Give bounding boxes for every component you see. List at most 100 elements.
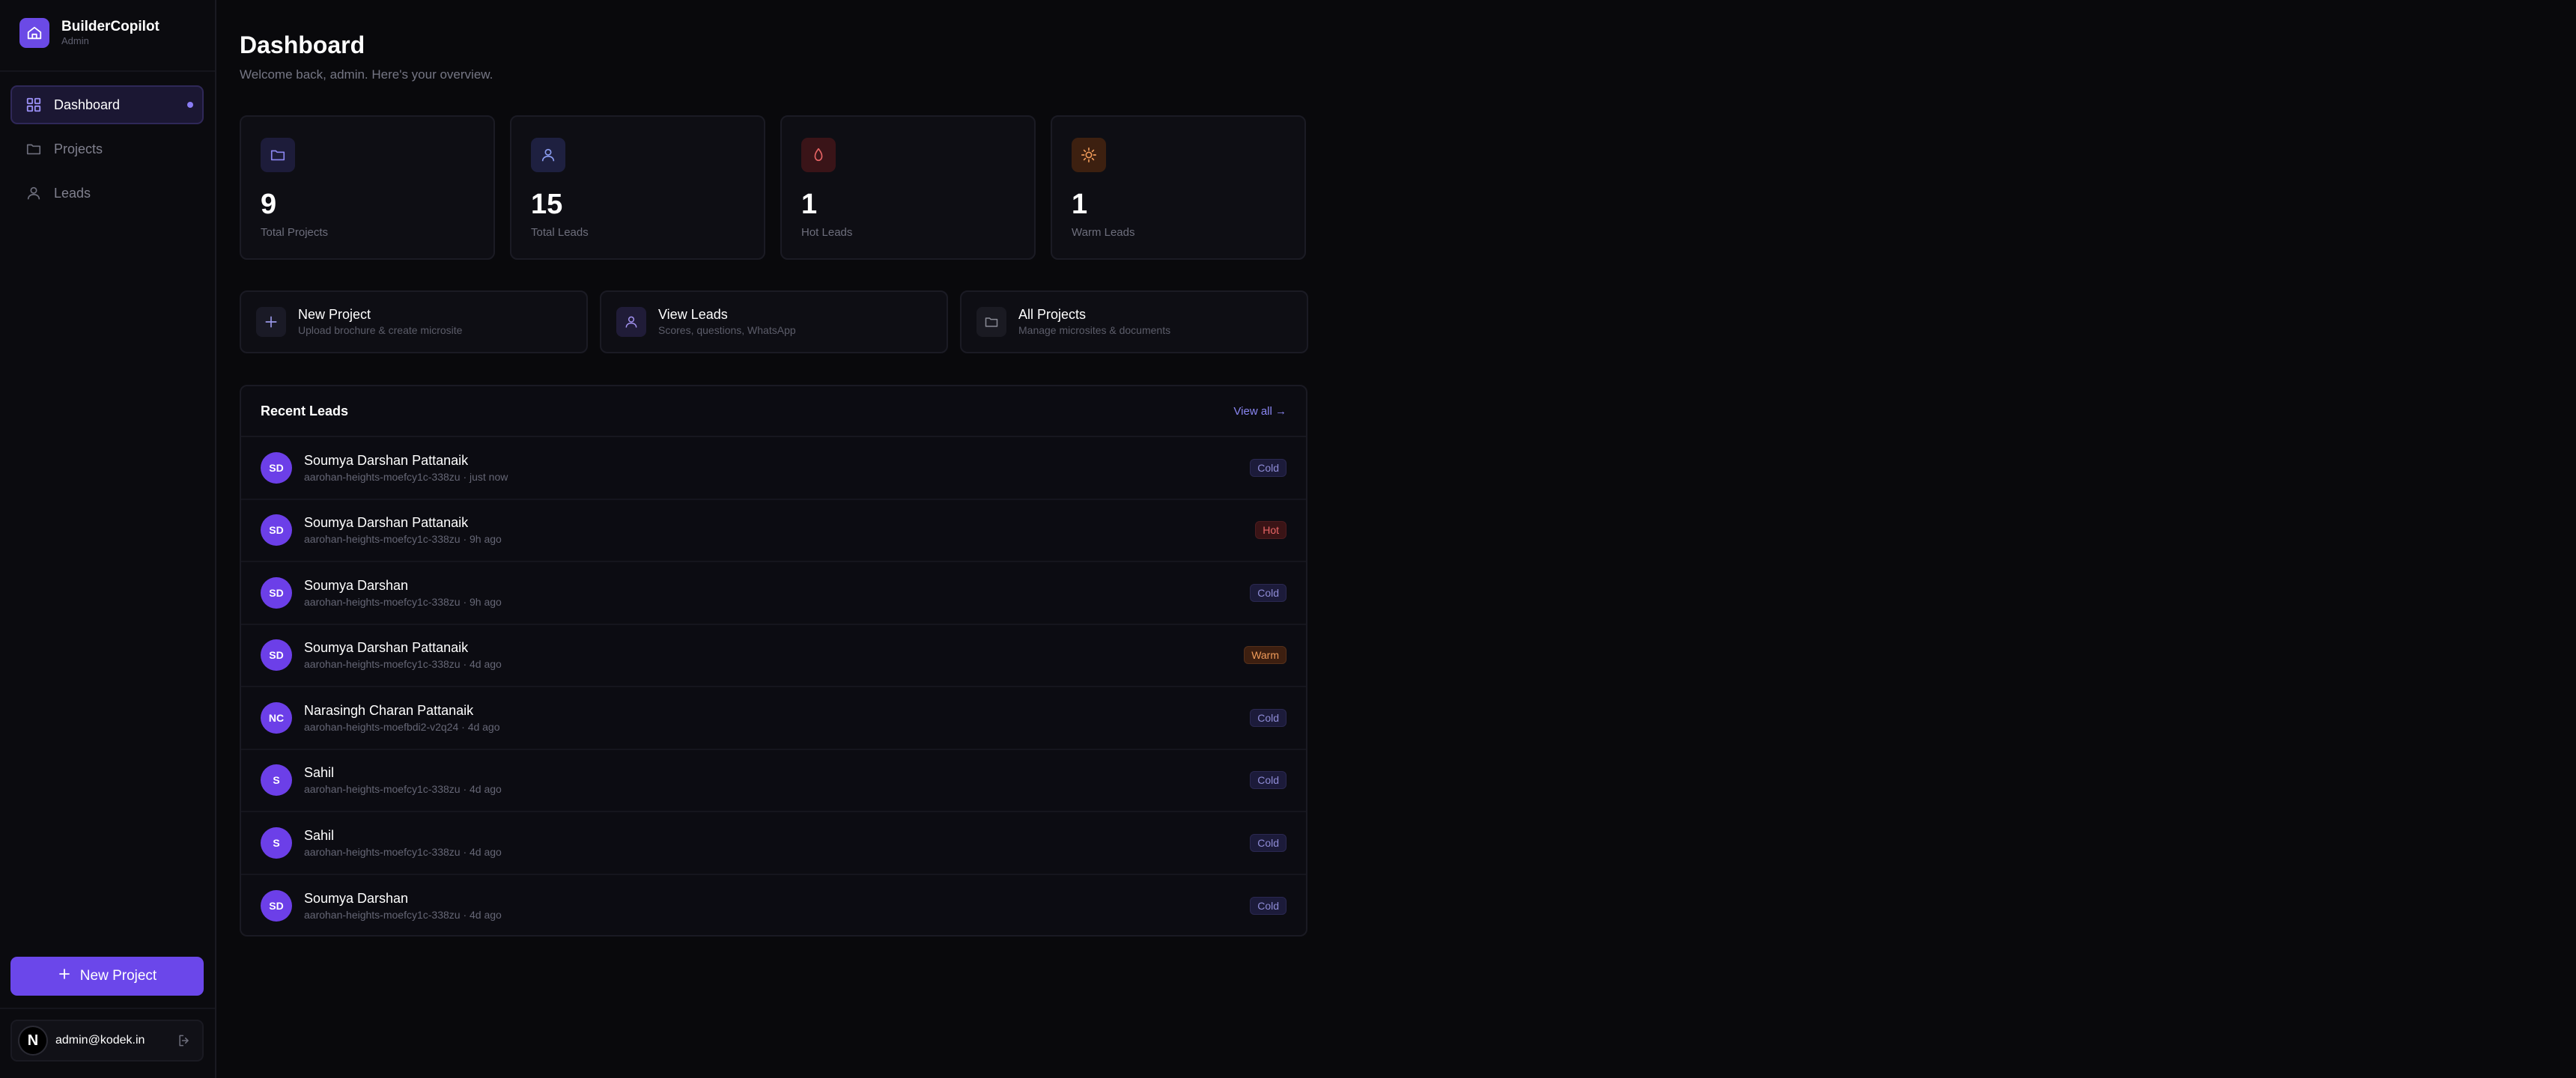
new-project-button[interactable]: New Project: [10, 957, 204, 996]
sun-icon: [1072, 138, 1106, 172]
avatar: NC: [261, 701, 292, 734]
lead-row[interactable]: SD Soumya Darshan aarohan-heights-moefcy…: [241, 875, 1306, 936]
action-title: New Project: [298, 307, 371, 322]
logout-icon[interactable]: [177, 1033, 192, 1048]
page-title: Dashboard: [240, 31, 365, 58]
new-project-button-label: New Project: [79, 968, 157, 984]
action-desc: Manage microsites & documents: [1018, 324, 1171, 336]
user-icon: [531, 138, 565, 172]
action-desc: Scores, questions, WhatsApp: [658, 324, 796, 336]
stat-label: Warm Leads: [1072, 226, 1135, 239]
lead-row[interactable]: S Sahil aarohan-heights-moefcy1c-338zu ·…: [241, 812, 1306, 875]
action-title: View Leads: [658, 307, 728, 322]
folder-icon: [976, 307, 1006, 337]
action-title: All Projects: [1018, 307, 1087, 322]
avatar: SD: [261, 639, 292, 672]
folder-icon: [25, 141, 42, 157]
stat-value: 1: [801, 189, 818, 220]
avatar: S: [261, 764, 292, 797]
active-indicator: [187, 102, 193, 108]
stat-value: 1: [1072, 189, 1088, 220]
lead-name: Soumya Darshan: [304, 577, 409, 593]
quick-actions: New Project Upload brochure & create mic…: [240, 290, 1308, 353]
user-email: admin@kodek.in: [55, 1034, 145, 1047]
plus-icon: [58, 967, 71, 985]
user-menu[interactable]: N admin@kodek.in: [10, 1020, 204, 1062]
lead-row[interactable]: SD Soumya Darshan Pattanaik aarohan-heig…: [241, 437, 1306, 500]
status-badge: Warm: [1244, 646, 1287, 665]
lead-meta: aarohan-heights-moefcy1c-338zu · 4d ago: [304, 845, 502, 858]
sidebar-item-dashboard[interactable]: Dashboard: [10, 85, 204, 124]
avatar: S: [261, 826, 292, 859]
avatar: N: [18, 1026, 48, 1056]
recent-leads-panel: Recent Leads View all → SD Soumya Darsha…: [240, 385, 1307, 937]
page-subtitle: Welcome back, admin. Here's your overvie…: [240, 67, 493, 82]
lead-row[interactable]: SD Soumya Darshan Pattanaik aarohan-heig…: [241, 500, 1306, 562]
divider: [0, 1008, 215, 1009]
sidebar-nav: Dashboard Projects Leads: [10, 85, 204, 218]
lead-row[interactable]: NC Narasingh Charan Pattanaik aarohan-he…: [241, 687, 1306, 750]
grid-icon: [25, 97, 42, 113]
lead-name: Soumya Darshan Pattanaik: [304, 515, 469, 531]
plus-icon: [256, 307, 286, 337]
lead-row[interactable]: S Sahil aarohan-heights-moefcy1c-338zu ·…: [241, 750, 1306, 812]
recent-leads-header: Recent Leads View all →: [241, 386, 1306, 437]
lead-name: Soumya Darshan Pattanaik: [304, 640, 469, 656]
lead-name: Sahil: [304, 827, 335, 843]
lead-name: Soumya Darshan: [304, 891, 409, 907]
lead-meta: aarohan-heights-moefcy1c-338zu · 9h ago: [304, 595, 502, 608]
sidebar: BuilderCopilot Admin Dashboard Projects …: [0, 0, 216, 1078]
sidebar-item-projects[interactable]: Projects: [10, 130, 204, 168]
stat-value: 9: [261, 189, 277, 220]
lead-meta: aarohan-heights-moefcy1c-338zu · just no…: [304, 470, 508, 483]
avatar: SD: [261, 514, 292, 546]
sidebar-item-label: Leads: [54, 185, 91, 201]
avatar: SD: [261, 890, 292, 922]
stat-card-warm-leads: 1 Warm Leads: [1051, 115, 1306, 260]
folder-icon: [261, 138, 295, 172]
user-icon: [25, 185, 42, 201]
stat-card-total-projects: 9 Total Projects: [240, 115, 495, 260]
stats-row: 9 Total Projects 15 Total Leads 1 Hot Le…: [240, 115, 1306, 260]
action-all-projects[interactable]: All Projects Manage microsites & documen…: [960, 290, 1308, 353]
stat-card-total-leads: 15 Total Leads: [510, 115, 765, 260]
view-all-link[interactable]: View all →: [1233, 405, 1287, 418]
lead-meta: aarohan-heights-moefcy1c-338zu · 4d ago: [304, 783, 502, 796]
lead-name: Soumya Darshan Pattanaik: [304, 452, 469, 468]
user-icon: [616, 307, 646, 337]
lead-name: Sahil: [304, 765, 335, 781]
status-badge: Hot: [1255, 521, 1287, 540]
lead-name: Narasingh Charan Pattanaik: [304, 702, 474, 718]
lead-meta: aarohan-heights-moefcy1c-338zu · 4d ago: [304, 658, 502, 671]
action-desc: Upload brochure & create microsite: [298, 324, 463, 336]
brand-role: Admin: [61, 35, 89, 46]
avatar: SD: [261, 451, 292, 484]
status-badge: Cold: [1250, 897, 1287, 916]
lead-meta: aarohan-heights-moefcy1c-338zu · 4d ago: [304, 909, 502, 922]
status-badge: Cold: [1250, 458, 1287, 477]
recent-leads-title: Recent Leads: [261, 403, 349, 418]
sidebar-item-label: Projects: [54, 141, 103, 156]
action-view-leads[interactable]: View Leads Scores, questions, WhatsApp: [600, 290, 948, 353]
divider: [0, 70, 215, 72]
action-new-project[interactable]: New Project Upload brochure & create mic…: [240, 290, 588, 353]
lead-row[interactable]: SD Soumya Darshan aarohan-heights-moefcy…: [241, 562, 1306, 625]
home-icon: [19, 18, 49, 48]
brand[interactable]: BuilderCopilot Admin: [19, 18, 160, 48]
brand-name: BuilderCopilot: [61, 19, 160, 34]
stat-label: Total Projects: [261, 226, 329, 239]
stat-card-hot-leads: 1 Hot Leads: [780, 115, 1036, 260]
flame-icon: [801, 138, 836, 172]
stat-label: Hot Leads: [801, 226, 853, 239]
status-badge: Cold: [1250, 771, 1287, 790]
sidebar-item-label: Dashboard: [54, 97, 121, 112]
status-badge: Cold: [1250, 708, 1287, 727]
status-badge: Cold: [1250, 833, 1287, 852]
stat-label: Total Leads: [531, 226, 589, 239]
sidebar-item-leads[interactable]: Leads: [10, 174, 204, 213]
lead-row[interactable]: SD Soumya Darshan Pattanaik aarohan-heig…: [241, 625, 1306, 687]
status-badge: Cold: [1250, 583, 1287, 602]
lead-meta: aarohan-heights-moefcy1c-338zu · 9h ago: [304, 533, 502, 546]
avatar: SD: [261, 576, 292, 609]
stat-value: 15: [531, 189, 563, 220]
